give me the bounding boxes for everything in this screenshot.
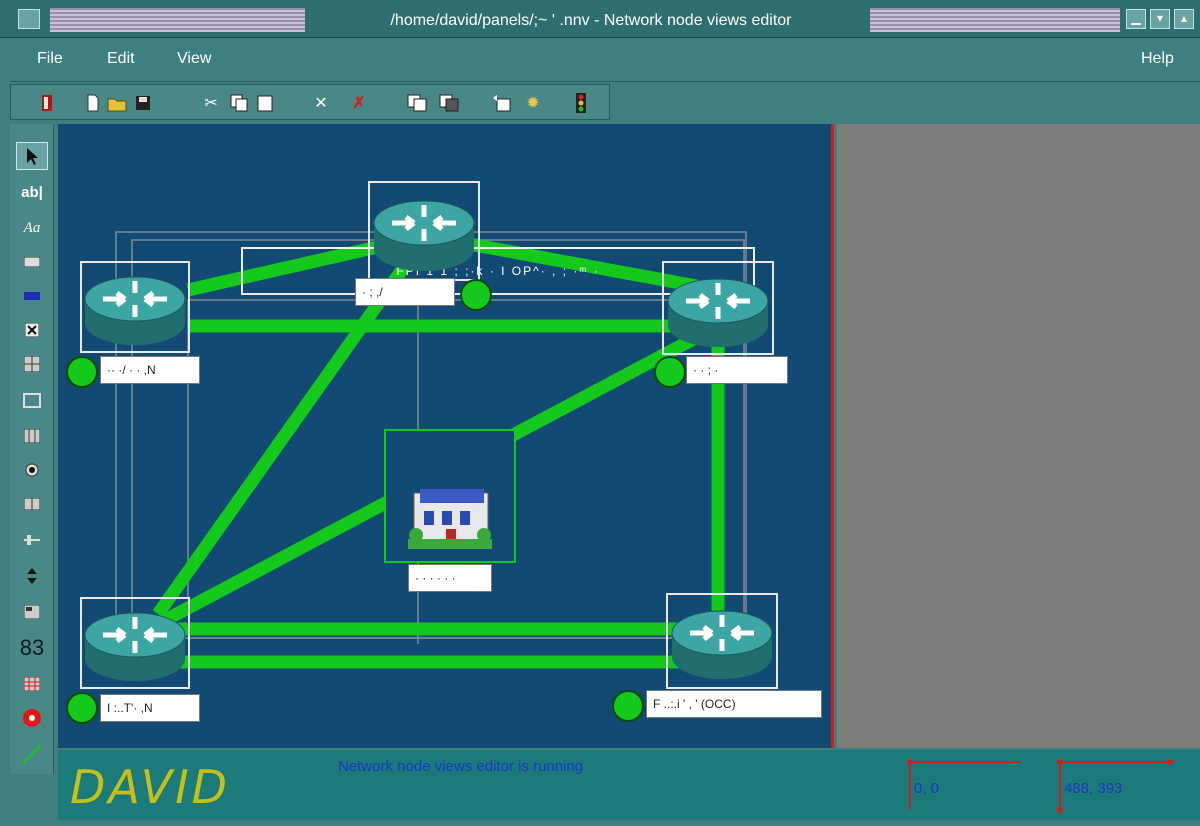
node-label[interactable]: I :..T'· ,N	[100, 694, 200, 722]
undo-icon[interactable]	[491, 92, 511, 114]
status-message: Network node views editor is running	[338, 758, 584, 775]
coord-brackets	[907, 759, 1173, 813]
grid-tool-icon[interactable]	[16, 350, 48, 378]
radio-tool-icon[interactable]	[16, 456, 48, 484]
title-stripes-left	[50, 8, 305, 32]
duplicate-icon[interactable]	[407, 92, 427, 114]
panel-tool-icon[interactable]	[16, 598, 48, 626]
traffic-light-icon[interactable]	[571, 92, 591, 114]
router-node-top[interactable]	[368, 181, 480, 281]
status-dot	[612, 690, 644, 722]
node-label[interactable]: ·· ·/ · · ,N	[100, 356, 200, 384]
close-box-tool-icon[interactable]	[16, 316, 48, 344]
line-tool-icon[interactable]	[16, 740, 48, 768]
frame-tool-icon[interactable]	[16, 386, 48, 414]
building-icon	[408, 489, 492, 549]
tool-palette: ab| Aa 83	[10, 124, 54, 774]
menu-view[interactable]: View	[177, 50, 211, 68]
maximize-button[interactable]: ▴	[1174, 9, 1194, 29]
window-title: /home/david/panels/;~ ' .nnv - Network n…	[390, 12, 792, 29]
paste-icon[interactable]	[255, 92, 275, 114]
status-dot	[66, 692, 98, 724]
status-dot	[66, 356, 98, 388]
title-stripes-right	[870, 8, 1120, 32]
new-file-icon[interactable]	[83, 92, 103, 114]
menu-file[interactable]: File	[37, 50, 63, 68]
spinner-tool-icon[interactable]	[16, 562, 48, 590]
text-tool[interactable]: ab|	[16, 178, 48, 206]
exit-icon[interactable]	[37, 92, 57, 114]
node-label[interactable]: · · · · · ·	[408, 564, 492, 592]
node-label[interactable]: · ; ,/	[355, 278, 455, 306]
cursor-coordinates: 0, 0	[914, 780, 940, 797]
david-logo: DAVID	[70, 760, 231, 814]
save-icon[interactable]	[133, 92, 153, 114]
editor-window: /home/david/panels/;~ ' .nnv - Network n…	[0, 0, 1200, 826]
font-tool[interactable]: Aa	[16, 214, 48, 242]
bar-tool-icon[interactable]	[16, 282, 48, 310]
alarm-tool-icon[interactable]	[16, 704, 48, 732]
menu-help[interactable]: Help	[1141, 50, 1174, 68]
cut-icon[interactable]: ✂	[201, 92, 221, 114]
router-icon	[84, 612, 186, 681]
button-tool-icon[interactable]	[16, 248, 48, 276]
copy-icon[interactable]	[229, 92, 249, 114]
building-node[interactable]	[384, 429, 516, 563]
delete-icon[interactable]: ✕	[311, 92, 331, 114]
router-icon	[671, 610, 773, 679]
node-label[interactable]: · · ; ·	[686, 356, 788, 384]
pointer-tool-icon[interactable]	[16, 142, 48, 170]
dual-box-tool-icon[interactable]	[16, 490, 48, 518]
menu-edit[interactable]: Edit	[107, 50, 135, 68]
matrix-tool-icon[interactable]	[16, 670, 48, 698]
router-icon	[373, 200, 475, 271]
minimize-button[interactable]: ▁	[1126, 9, 1146, 29]
open-folder-icon[interactable]	[107, 92, 127, 114]
stack-icon[interactable]	[439, 92, 459, 114]
router-icon	[84, 276, 186, 345]
canvas-size-coordinates: 488, 393	[1064, 780, 1123, 797]
shade-button[interactable]: ▾	[1150, 9, 1170, 29]
router-node-bottom-left[interactable]	[80, 597, 190, 689]
toolbar: ✂ ✕ ✗ ✹	[10, 84, 610, 120]
delete-all-icon[interactable]: ✗	[349, 92, 369, 114]
router-icon	[667, 278, 769, 347]
status-dot	[460, 279, 492, 311]
title-bar[interactable]: /home/david/panels/;~ ' .nnv - Network n…	[0, 0, 1200, 38]
menu-bar: File Edit View Help	[10, 38, 1200, 82]
router-node-bottom-right[interactable]	[666, 593, 778, 689]
empty-workspace	[837, 124, 1200, 748]
counter-tool[interactable]: 83	[16, 634, 48, 662]
slider-tool-icon[interactable]	[16, 526, 48, 554]
drawing-canvas[interactable]: FPI 1 1 ; ;·k · I OP^· , ; ·ᵐ · · ; ,/ ·…	[58, 124, 834, 748]
router-node-left[interactable]	[80, 261, 190, 353]
status-dot	[654, 356, 686, 388]
router-node-right[interactable]	[662, 261, 774, 355]
table-tool-icon[interactable]	[16, 422, 48, 450]
settings-icon[interactable]: ✹	[523, 92, 543, 114]
window-menu-icon[interactable]	[18, 9, 40, 29]
node-label[interactable]: F ..:.i ' , ' (OCC)	[646, 690, 822, 718]
